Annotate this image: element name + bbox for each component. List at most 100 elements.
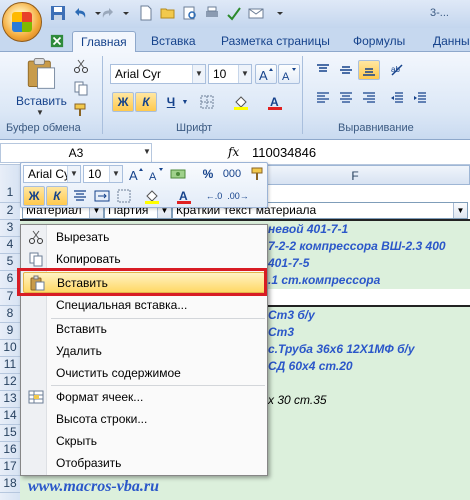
email-icon[interactable] (248, 5, 264, 21)
open-folder-icon[interactable] (160, 5, 176, 21)
menu-item-paste-special[interactable]: Специальная вставка... (23, 295, 265, 316)
mini-font-color-icon[interactable]: A (173, 186, 195, 206)
format-painter-icon[interactable] (70, 100, 92, 120)
tab-home[interactable]: Главная (72, 31, 136, 52)
row-header[interactable]: 12 (0, 374, 20, 391)
menu-item-delete[interactable]: Удалить (23, 341, 265, 362)
mini-center-icon[interactable] (69, 186, 91, 206)
column-header-f[interactable]: F (240, 165, 470, 185)
align-middle-icon[interactable] (335, 60, 357, 80)
paste-button[interactable]: Вставить ▼ (12, 56, 70, 117)
grow-font-button[interactable]: A (255, 64, 277, 84)
mini-currency-icon[interactable] (167, 164, 189, 184)
quick-print-icon[interactable] (204, 5, 220, 21)
shrink-font-button[interactable]: A (278, 64, 300, 84)
tab-formulas[interactable]: Формулы (345, 31, 413, 52)
borders-icon[interactable] (196, 92, 218, 112)
underline-button[interactable]: Ч (160, 92, 182, 112)
print-preview-icon[interactable] (182, 5, 198, 21)
undo-icon[interactable] (72, 5, 88, 21)
menu-item-hide[interactable]: Скрыть (23, 431, 265, 452)
mini-italic-button[interactable]: К (46, 186, 68, 206)
row-header[interactable]: 16 (0, 442, 20, 459)
row-header[interactable]: 3 (0, 220, 20, 237)
paste-dropdown-icon: ▼ (36, 108, 44, 117)
cell-r11: СД 60х4 ст.20 (268, 359, 353, 373)
align-right-icon[interactable] (358, 88, 380, 108)
font-name-combo[interactable]: Arial Cyr ▼ (110, 64, 206, 84)
row-header[interactable]: 11 (0, 357, 20, 374)
menu-item-unhide[interactable]: Отобразить (23, 453, 265, 474)
mini-bold-button[interactable]: Ж (23, 186, 45, 206)
mini-increase-decimal-icon[interactable]: ←.0 (203, 186, 225, 206)
cell-r4: 7-2-2 компрессора ВШ-2.3 400 (268, 239, 446, 253)
name-box-dropdown-icon[interactable]: ▼ (143, 147, 151, 156)
cell-r13: х 30 ст.35 (268, 393, 327, 407)
mini-merge-center-icon[interactable] (91, 186, 113, 206)
redo-dropdown-icon[interactable] (118, 5, 129, 21)
font-size-combo[interactable]: 10 ▼ (208, 64, 252, 84)
menu-item-format-cells[interactable]: Формат ячеек... (23, 387, 265, 408)
filter-dropdown-icon[interactable]: ▼ (453, 203, 467, 218)
align-left-icon[interactable] (312, 88, 334, 108)
menu-item-cut[interactable]: Вырезать (23, 227, 265, 248)
mini-format-painter-icon[interactable] (247, 164, 269, 184)
row-header[interactable]: 1 (0, 185, 20, 203)
mini-thousands-button[interactable]: 000 (219, 164, 245, 184)
tab-page-layout[interactable]: Разметка страницы (213, 31, 338, 52)
underline-dropdown-icon[interactable]: ▼ (180, 92, 190, 112)
menu-item-insert[interactable]: Вставить (23, 319, 265, 340)
decrease-indent-icon[interactable] (386, 88, 408, 108)
row-header[interactable]: 13 (0, 391, 20, 408)
save-icon[interactable] (50, 5, 66, 21)
align-top-icon[interactable] (312, 60, 334, 80)
mini-grow-font-button[interactable]: A (125, 164, 147, 184)
bold-button[interactable]: Ж (112, 92, 134, 112)
office-button[interactable] (2, 2, 42, 42)
tab-insert[interactable]: Вставка (143, 31, 204, 52)
mini-shrink-font-button[interactable]: A (145, 164, 167, 184)
chevron-down-icon: ▼ (109, 166, 122, 182)
orientation-icon[interactable]: ab (386, 60, 408, 80)
row-header[interactable]: 8 (0, 306, 20, 323)
cell-r9: Ст3 (268, 325, 295, 339)
copy-icon[interactable] (70, 78, 92, 98)
name-box[interactable]: A3 (0, 143, 152, 163)
align-bottom-icon[interactable] (358, 60, 380, 80)
fill-color-icon[interactable] (230, 92, 252, 112)
align-center-icon[interactable] (335, 88, 357, 108)
spelling-icon[interactable] (226, 5, 242, 21)
mini-font-name[interactable]: Arial Cyr ▼ (23, 165, 81, 183)
insert-function-icon[interactable]: fx (228, 145, 239, 159)
row-header[interactable]: 17 (0, 459, 20, 476)
menu-item-label: Очистить содержимое (56, 366, 181, 380)
italic-button[interactable]: К (135, 92, 157, 112)
row-header[interactable]: 4 (0, 237, 20, 254)
menu-item-row-height[interactable]: Высота строки... (23, 409, 265, 430)
row-header[interactable]: 10 (0, 340, 20, 357)
mini-percent-button[interactable]: % (197, 164, 219, 184)
context-menu: Вырезать Копировать Вставить Специальная… (20, 224, 268, 476)
undo-dropdown-icon[interactable] (90, 5, 101, 21)
mini-borders-icon[interactable] (113, 186, 135, 206)
redo-icon[interactable] (100, 5, 116, 21)
cut-icon[interactable] (70, 56, 92, 76)
menu-item-clear-contents[interactable]: Очистить содержимое (23, 363, 265, 384)
font-color-icon[interactable]: A (264, 92, 286, 112)
increase-indent-icon[interactable] (409, 88, 431, 108)
tab-data[interactable]: Данны (425, 31, 470, 52)
mini-fill-color-icon[interactable] (141, 186, 163, 206)
row-header[interactable]: 2 (0, 203, 20, 220)
customize-toolbar-icon[interactable] (272, 5, 283, 21)
formula-input[interactable]: 110034846 (252, 145, 316, 160)
mini-decrease-decimal-icon[interactable]: .00→ (227, 186, 249, 206)
menu-item-label: Скрыть (56, 434, 97, 448)
menu-item-copy[interactable]: Копировать (23, 249, 265, 270)
menu-separator (51, 385, 265, 386)
row-header[interactable]: 18 (0, 476, 20, 493)
row-header[interactable]: 15 (0, 425, 20, 442)
row-header[interactable]: 14 (0, 408, 20, 425)
row-header[interactable]: 9 (0, 323, 20, 340)
mini-font-size[interactable]: 10 ▼ (83, 165, 123, 183)
new-document-icon[interactable] (138, 5, 154, 21)
